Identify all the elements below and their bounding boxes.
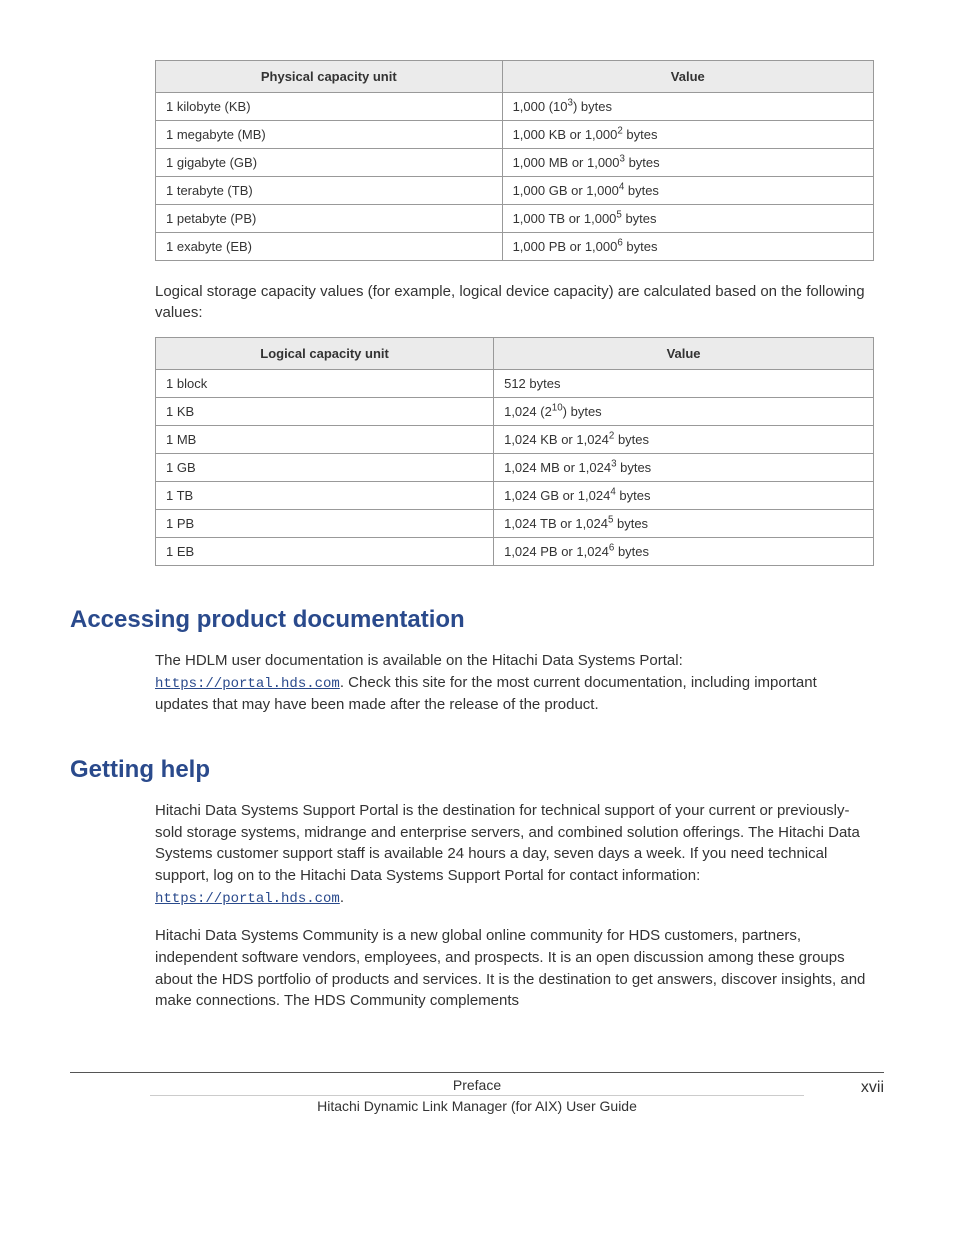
page-number: xvii [861, 1079, 884, 1097]
value-cell: 1,024 (210) bytes [494, 398, 874, 426]
value-cell: 512 bytes [494, 370, 874, 398]
value-cell: 1,024 TB or 1,0245 bytes [494, 510, 874, 538]
text-run: The HDLM user documentation is available… [155, 652, 683, 669]
table-row: 1 PB1,024 TB or 1,0245 bytes [156, 510, 874, 538]
table-header: Value [502, 61, 873, 93]
value-cell: 1,000 GB or 1,0004 bytes [502, 177, 873, 205]
unit-cell: 1 TB [156, 482, 494, 510]
table-row: 1 megabyte (MB)1,000 KB or 1,0002 bytes [156, 121, 874, 149]
value-cell: 1,024 GB or 1,0244 bytes [494, 482, 874, 510]
table-row: 1 GB1,024 MB or 1,0243 bytes [156, 454, 874, 482]
unit-cell: 1 EB [156, 538, 494, 566]
table-header: Logical capacity unit [156, 338, 494, 370]
value-cell: 1,000 MB or 1,0003 bytes [502, 149, 873, 177]
unit-cell: 1 block [156, 370, 494, 398]
body-paragraph: Hitachi Data Systems Community is a new … [155, 925, 874, 1012]
value-cell: 1,000 (103) bytes [502, 93, 873, 121]
text-run: . [340, 889, 344, 906]
unit-cell: 1 kilobyte (KB) [156, 93, 503, 121]
body-paragraph: Hitachi Data Systems Support Portal is t… [155, 800, 874, 909]
table-row: 1 block512 bytes [156, 370, 874, 398]
table-row: 1 MB1,024 KB or 1,0242 bytes [156, 426, 874, 454]
page-footer: Preface Hitachi Dynamic Link Manager (fo… [70, 1072, 884, 1114]
table-row: 1 petabyte (PB)1,000 TB or 1,0005 bytes [156, 205, 874, 233]
unit-cell: 1 exabyte (EB) [156, 233, 503, 261]
unit-cell: 1 MB [156, 426, 494, 454]
unit-cell: 1 KB [156, 398, 494, 426]
value-cell: 1,024 MB or 1,0243 bytes [494, 454, 874, 482]
table-row: 1 exabyte (EB)1,000 PB or 1,0006 bytes [156, 233, 874, 261]
unit-cell: 1 terabyte (TB) [156, 177, 503, 205]
section-heading-documentation: Accessing product documentation [70, 606, 884, 634]
value-cell: 1,000 TB or 1,0005 bytes [502, 205, 873, 233]
value-cell: 1,024 KB or 1,0242 bytes [494, 426, 874, 454]
table-row: 1 gigabyte (GB)1,000 MB or 1,0003 bytes [156, 149, 874, 177]
table-row: 1 terabyte (TB)1,000 GB or 1,0004 bytes [156, 177, 874, 205]
unit-cell: 1 petabyte (PB) [156, 205, 503, 233]
table-row: 1 kilobyte (KB)1,000 (103) bytes [156, 93, 874, 121]
unit-cell: 1 megabyte (MB) [156, 121, 503, 149]
logical-capacity-table: Logical capacity unit Value 1 block512 b… [155, 337, 874, 566]
value-cell: 1,024 PB or 1,0246 bytes [494, 538, 874, 566]
portal-link[interactable]: https://portal.hds.com [155, 676, 340, 692]
section-heading-help: Getting help [70, 756, 884, 784]
text-run: Hitachi Data Systems Support Portal is t… [155, 802, 860, 884]
footer-doc-title: Hitachi Dynamic Link Manager (for AIX) U… [70, 1096, 884, 1114]
intro-text: Logical storage capacity values (for exa… [155, 281, 874, 323]
value-cell: 1,000 KB or 1,0002 bytes [502, 121, 873, 149]
table-row: 1 KB1,024 (210) bytes [156, 398, 874, 426]
table-header: Value [494, 338, 874, 370]
unit-cell: 1 PB [156, 510, 494, 538]
table-row: 1 EB1,024 PB or 1,0246 bytes [156, 538, 874, 566]
body-paragraph: The HDLM user documentation is available… [155, 650, 874, 716]
unit-cell: 1 GB [156, 454, 494, 482]
footer-section-title: Preface [150, 1073, 804, 1096]
value-cell: 1,000 PB or 1,0006 bytes [502, 233, 873, 261]
unit-cell: 1 gigabyte (GB) [156, 149, 503, 177]
table-row: 1 TB1,024 GB or 1,0244 bytes [156, 482, 874, 510]
table-header: Physical capacity unit [156, 61, 503, 93]
portal-link[interactable]: https://portal.hds.com [155, 891, 340, 907]
physical-capacity-table: Physical capacity unit Value 1 kilobyte … [155, 60, 874, 261]
